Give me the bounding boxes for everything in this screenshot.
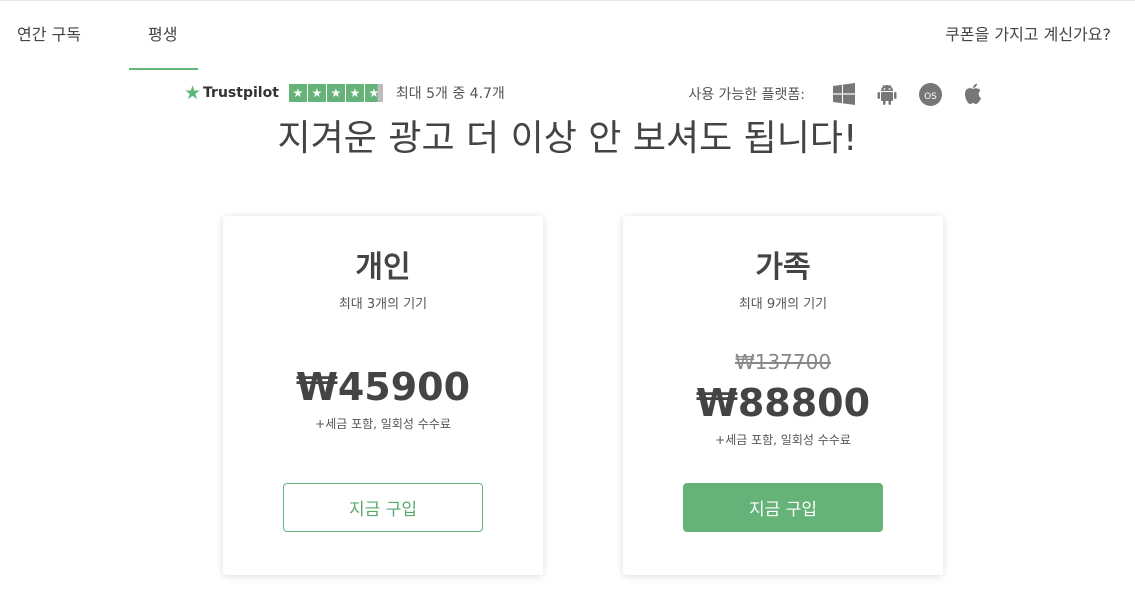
macos-icon: OS	[918, 82, 942, 106]
plan-device-limit: 최대 9개의 기기	[738, 297, 828, 312]
star-icon: ★	[288, 84, 307, 102]
tab-annual-subscription[interactable]: 연간 구독	[17, 25, 81, 45]
svg-text:OS: OS	[924, 92, 937, 102]
star-icon: ★	[326, 84, 345, 102]
star-icon: ★	[307, 84, 326, 102]
page-headline: 지겨운 광고 더 이상 안 보셔도 됩니다!	[277, 118, 858, 159]
buy-now-button-personal[interactable]: 지금 구입	[283, 483, 483, 532]
available-platforms: 사용 가능한 플랫폼: OS	[688, 82, 985, 106]
apple-icon	[961, 82, 985, 106]
rating-stars: ★ ★ ★ ★ ★	[288, 84, 384, 102]
trustpilot-logo-text: Trustpilot	[203, 85, 279, 101]
plan-name: 개인	[355, 250, 411, 285]
tax-note: +세금 포함, 일회성 수수료	[715, 433, 851, 447]
trustpilot-star-icon: ★	[184, 82, 202, 104]
plan-price: ₩88800	[695, 381, 871, 425]
plan-card-family: 가족 최대 9개의 기기 ₩137700 ₩88800 +세금 포함, 일회성 …	[623, 216, 943, 575]
plan-card-personal: 개인 최대 3개의 기기 ₩45900 +세금 포함, 일회성 수수료 지금 구…	[223, 216, 543, 575]
rating-text: 최대 5개 중 4.7개	[395, 86, 505, 102]
active-tab-indicator	[129, 68, 198, 70]
plan-device-limit: 최대 3개의 기기	[338, 297, 428, 312]
plan-name: 가족	[755, 250, 811, 285]
android-icon	[875, 82, 899, 106]
trustpilot-rating: ★ Trustpilot ★ ★ ★ ★ ★ 최대 5개 중 4.7개	[184, 82, 505, 104]
coupon-link[interactable]: 쿠폰을 가지고 계신가요?	[945, 25, 1111, 45]
star-icon: ★	[345, 84, 364, 102]
tax-note: +세금 포함, 일회성 수수료	[315, 417, 451, 431]
buy-now-button-family[interactable]: 지금 구입	[683, 483, 883, 532]
pricing-page: 연간 구독 평생 쿠폰을 가지고 계신가요? ★ Trustpilot ★ ★ …	[0, 0, 1135, 592]
plan-price: ₩45900	[295, 365, 471, 409]
star-icon: ★	[364, 84, 383, 102]
tab-lifetime[interactable]: 평생	[148, 25, 177, 45]
original-price: ₩137700	[734, 350, 832, 374]
windows-icon	[832, 82, 856, 106]
platforms-label: 사용 가능한 플랫폼:	[688, 87, 805, 103]
